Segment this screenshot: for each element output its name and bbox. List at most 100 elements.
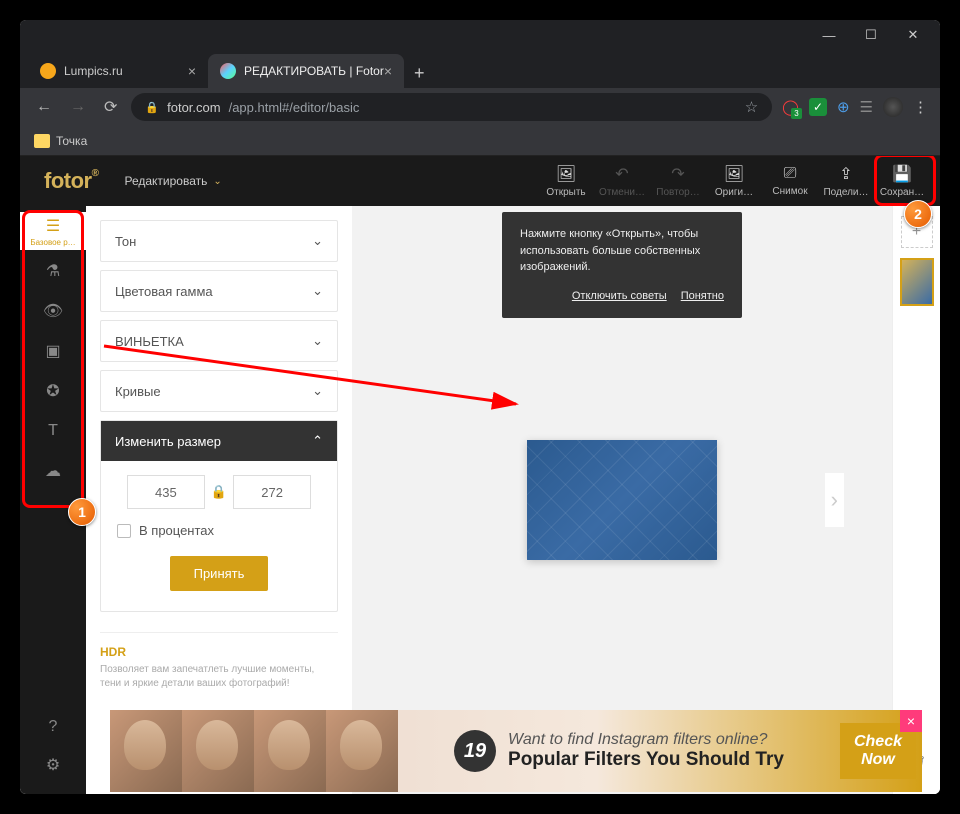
tooltip-text: Нажмите кнопку «Открыть», чтобы использо… [520,226,724,276]
browser-tab-strip: Lumpics.ru × РЕДАКТИРОВАТЬ | Fotor × + [20,50,940,88]
aspect-lock-icon[interactable]: 🔒 [211,484,227,500]
chevron-down-icon: ⌄ [312,333,323,349]
accordion-vignette[interactable]: ВИНЬЕТКА⌄ [100,320,338,362]
lock-icon: 🔒 [145,101,159,114]
app-header: fotor® Редактировать ⌄ 🖼 Открыть ↶ Отмен… [20,156,940,206]
next-image-chevron[interactable]: › [825,473,844,527]
ad-image [110,710,182,792]
apply-button[interactable]: Принять [170,556,269,591]
annotation-badge-1: 1 [68,498,96,526]
hdr-promo[interactable]: HDR Позволяет вам запечатлеть лучшие мом… [100,632,338,691]
undo-action[interactable]: ↶ Отмени… [594,156,650,206]
annotation-badge-2: 2 [904,200,932,228]
browser-tab-active[interactable]: РЕДАКТИРОВАТЬ | Fotor × [208,54,404,88]
url-host: fotor.com [167,100,220,115]
undo-icon: ↶ [615,164,628,184]
ad-line1: Want to find Instagram filters online? [508,730,784,749]
rail-help[interactable]: ? [46,708,60,746]
reading-list-icon[interactable]: ☰ [860,98,873,116]
ad-banner[interactable]: 19 Want to find Instagram filters online… [110,710,922,792]
accordion-color[interactable]: Цветовая гамма⌄ [100,270,338,312]
profile-avatar[interactable] [883,97,903,117]
rail-stickers[interactable]: ✪ [20,372,86,410]
share-action[interactable]: ⇪ Подели… [818,156,874,206]
camera-icon: ⎚ [784,165,797,183]
canvas-area[interactable]: Нажмите кнопку «Открыть», чтобы использо… [352,206,892,794]
percent-checkbox-row[interactable]: В процентах [117,523,321,538]
save-action[interactable]: 💾 Сохран… [874,156,930,206]
rail-effects[interactable]: ⚗ [20,252,86,290]
mode-select[interactable]: Редактировать ⌄ [112,174,233,188]
redo-icon: ↷ [671,164,684,184]
original-action[interactable]: 🖼 Ориги… [706,156,762,206]
thumbnail-item[interactable] [900,258,934,306]
tooltip-disable-link[interactable]: Отключить советы [572,288,667,305]
chevron-down-icon: ⌄ [312,283,323,299]
thumbnail-rail: + 🗑 [892,206,940,794]
help-icon: ? [49,718,58,736]
new-tab-button[interactable]: + [404,59,435,88]
extension-icon[interactable]: ◯ [782,98,799,116]
tooltip-ok-link[interactable]: Понятно [681,288,724,305]
rail-cloud[interactable]: ☁ [20,452,86,490]
snapshot-action[interactable]: ⎚ Снимок [762,156,818,206]
text-icon: T [48,422,58,440]
ad-image [254,710,326,792]
window-maximize-button[interactable]: ☐ [850,21,892,49]
app-logo[interactable]: fotor® [30,168,112,194]
window-close-button[interactable]: ✕ [892,21,934,49]
tab-title: РЕДАКТИРОВАТЬ | Fotor [244,64,384,78]
bookmark-star-icon[interactable]: ☆ [745,98,758,116]
ad-close-button[interactable]: × [900,710,922,732]
top-actions: 🖼 Открыть ↶ Отмени… ↷ Повтор… 🖼 Ориги… ⎚ [538,156,930,206]
bookmark-item[interactable]: Точка [56,134,87,148]
app-body: ☰ Базовое р… ⚗ 👁 ▣ ✪ T ☁ ? ⚙ 1 Тон⌄ [20,206,940,794]
height-input[interactable]: 272 [233,475,311,509]
tab-close-icon[interactable]: × [384,63,392,79]
chevron-up-icon: ⌃ [312,433,323,449]
accordion-resize-header[interactable]: Изменить размер ⌃ [101,421,337,461]
nav-back-button[interactable]: ← [32,98,56,116]
tab-favicon [220,63,236,79]
nav-forward-button[interactable]: → [66,98,90,116]
extension-icon[interactable]: ⊕ [837,98,850,116]
extension-icon[interactable]: ✓ [809,98,827,116]
tool-rail: ☰ Базовое р… ⚗ 👁 ▣ ✪ T ☁ ? ⚙ 1 [20,206,86,794]
image-icon: 🖼 [724,164,744,184]
bookmark-bar: Точка [20,126,940,156]
page-viewport: fotor® Редактировать ⌄ 🖼 Открыть ↶ Отмен… [20,156,940,794]
redo-action[interactable]: ↷ Повтор… [650,156,706,206]
browser-menu-icon[interactable]: ⋮ [913,98,928,116]
ad-number: 19 [454,730,496,772]
rail-beauty[interactable]: 👁 [20,292,86,330]
flask-icon: ⚗ [46,261,60,281]
share-icon: ⇪ [839,164,852,184]
ad-line2: Popular Filters You Should Try [508,749,784,772]
rail-text[interactable]: T [20,412,86,450]
hdr-desc: Позволяет вам запечатлеть лучшие моменты… [100,663,338,691]
resize-body: 435 🔒 272 В процентах Принять [101,461,337,611]
cloud-icon: ☁ [45,461,61,481]
frame-icon: ▣ [45,341,60,361]
extension-icons: ◯ ✓ ⊕ ☰ ⋮ [782,97,928,117]
image-preview[interactable] [527,440,717,560]
chevron-down-icon: ⌄ [312,383,323,399]
rail-frames[interactable]: ▣ [20,332,86,370]
nav-reload-button[interactable]: ⟳ [100,97,121,117]
open-action[interactable]: 🖼 Открыть [538,156,594,206]
chevron-down-icon: ⌄ [312,233,323,249]
accordion-tone[interactable]: Тон⌄ [100,220,338,262]
browser-tab[interactable]: Lumpics.ru × [28,54,208,88]
url-input[interactable]: 🔒 fotor.com/app.html#/editor/basic ☆ [131,93,772,121]
ad-text: 19 Want to find Instagram filters online… [398,730,840,772]
rail-basic-adjust[interactable]: ☰ Базовое р… [20,212,86,250]
width-input[interactable]: 435 [127,475,205,509]
tab-close-icon[interactable]: × [188,63,196,79]
url-path: /app.html#/editor/basic [229,100,360,115]
rail-settings[interactable]: ⚙ [46,746,60,784]
hdr-title: HDR [100,645,338,659]
ad-image [326,710,398,792]
window-minimize-button[interactable]: ― [808,21,850,49]
onboarding-tooltip: Нажмите кнопку «Открыть», чтобы использо… [502,212,742,318]
accordion-curves[interactable]: Кривые⌄ [100,370,338,412]
